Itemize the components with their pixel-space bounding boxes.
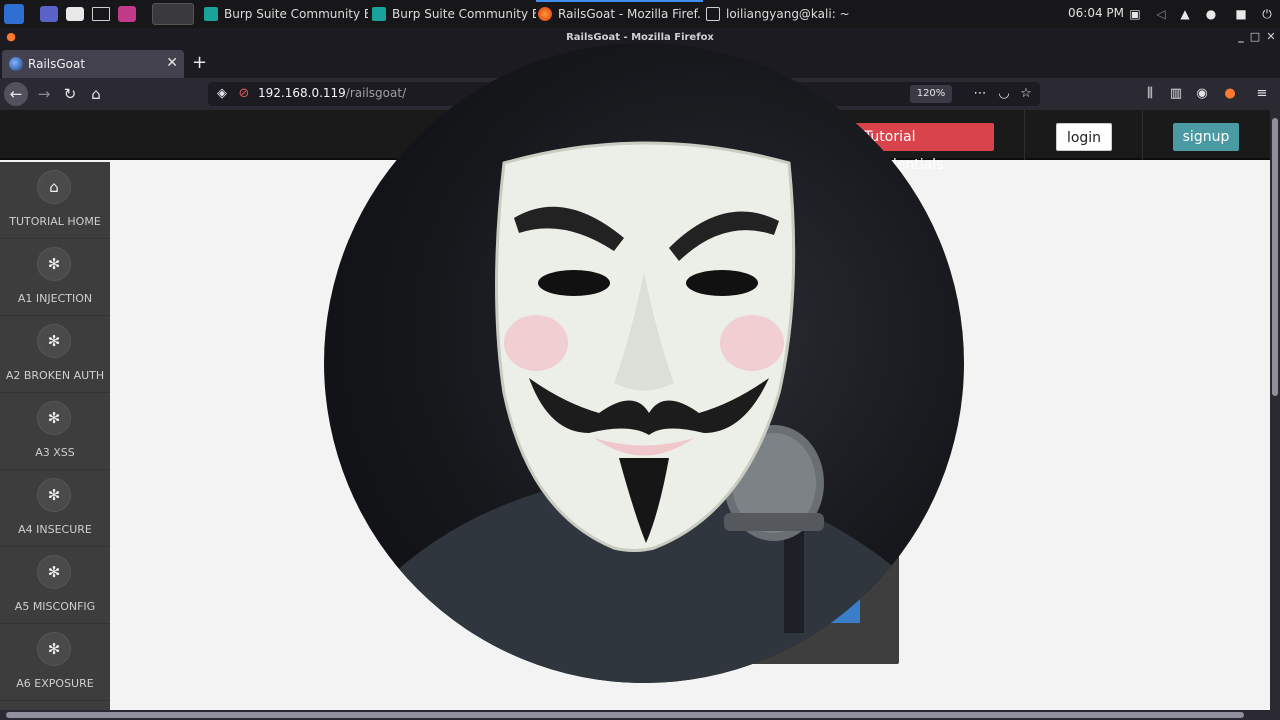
vertical-scrollbar-thumb[interactable] — [1272, 118, 1278, 396]
power-icon[interactable]: ⏻ — [1260, 7, 1274, 21]
minimize-icon[interactable]: _ — [1234, 30, 1248, 44]
burp-icon — [204, 7, 218, 21]
new-tab-icon[interactable]: + — [192, 52, 207, 73]
url-text[interactable]: 192.168.0.119/railsgoat/ — [258, 86, 406, 100]
home-icon[interactable]: ⌂ — [84, 82, 108, 106]
sidebar-item-a3-xss[interactable]: ✻ A3 XSS — [0, 393, 110, 470]
sidebar-item-tutorial-home[interactable]: ⌂ TUTORIAL HOME — [0, 162, 110, 239]
task-label: RailsGoat - Mozilla Firef... — [558, 7, 702, 21]
signup-button[interactable]: signup — [1173, 123, 1239, 151]
sidebar-item-label: TUTORIAL HOME — [9, 215, 101, 228]
horizontal-scrollbar-thumb[interactable] — [6, 712, 1244, 718]
bookmark-star-icon[interactable]: ☆ — [1018, 86, 1034, 102]
window-title: RailsGoat - Mozilla Firefox — [566, 32, 714, 43]
tab-title: RailsGoat — [28, 57, 86, 71]
shield-icon[interactable]: ◈ — [214, 86, 230, 102]
sidebar-item-a4-insecure[interactable]: ✻ A4 INSECURE — [0, 470, 110, 547]
url-path: /railsgoat/ — [345, 86, 407, 100]
sidebar-item-a2-broken-auth[interactable]: ✻ A2 BROKEN AUTH — [0, 316, 110, 393]
presenter-mask-illustration — [324, 141, 964, 683]
updates-icon[interactable]: ● — [1204, 7, 1218, 21]
login-button[interactable]: login — [1056, 123, 1112, 151]
show-desktop-icon[interactable] — [40, 6, 58, 22]
firefox-extension-icon[interactable]: ● — [1222, 86, 1238, 102]
back-icon[interactable]: ← — [4, 82, 28, 106]
terminal-icon[interactable] — [92, 7, 110, 21]
firefox-icon — [538, 7, 552, 21]
sidebar-item-label: A3 XSS — [35, 446, 75, 459]
bug-icon: ✻ — [37, 555, 71, 589]
pocket-icon[interactable]: ◡ — [996, 86, 1012, 102]
sidebar-item-label: A5 MISCONFIG — [14, 600, 96, 613]
volume-icon[interactable]: ◁ — [1154, 7, 1168, 21]
lock-icon[interactable]: ■ — [1234, 7, 1248, 21]
sidebar-item-a1-injection[interactable]: ✻ A1 INJECTION — [0, 239, 110, 316]
bug-icon: ✻ — [37, 247, 71, 281]
forward-icon[interactable]: → — [32, 82, 56, 106]
zoom-level[interactable]: 120% — [910, 85, 952, 103]
webcam-overlay — [324, 43, 964, 683]
sidebar-item-label: A6 EXPOSURE — [16, 677, 94, 690]
sidebar-item-a5-misconfig[interactable]: ✻ A5 MISCONFIG — [0, 547, 110, 624]
sidebar: ⌂ TUTORIAL HOME ✻ A1 INJECTION ✻ A2 BROK… — [0, 162, 110, 710]
account-icon[interactable]: ◉ — [1194, 86, 1210, 102]
close-window-icon[interactable]: ✕ — [1264, 30, 1278, 44]
file-manager-icon[interactable] — [66, 7, 84, 21]
active-task-indicator — [536, 0, 703, 2]
task-burp-1[interactable]: Burp Suite Community E... — [204, 3, 368, 25]
url-host: 192.168.0.119 — [258, 86, 346, 100]
bug-icon: ✻ — [37, 401, 71, 435]
bug-icon: ✻ — [37, 478, 71, 512]
kali-menu-icon[interactable] — [4, 4, 24, 24]
home-icon: ⌂ — [37, 170, 71, 204]
firefox-launcher-icon[interactable] — [152, 3, 194, 25]
bug-icon: ✻ — [37, 324, 71, 358]
library-icon[interactable]: ⫼ — [1142, 86, 1158, 102]
maximize-icon[interactable]: □ — [1248, 30, 1262, 44]
browser-launcher-icon[interactable] — [118, 6, 136, 22]
notification-bell-icon[interactable]: ▲ — [1178, 7, 1192, 21]
task-burp-2[interactable]: Burp Suite Community E... — [372, 3, 536, 25]
insecure-lock-icon[interactable]: ⊘ — [236, 86, 252, 102]
task-label: loiliangyang@kali: ~ — [726, 7, 850, 21]
sidebar-item-a6-exposure[interactable]: ✻ A6 EXPOSURE — [0, 624, 110, 701]
terminal-icon — [706, 7, 720, 21]
bug-icon: ✻ — [37, 632, 71, 666]
header-divider — [1142, 110, 1143, 160]
clock[interactable]: 06:04 PM — [1068, 6, 1124, 20]
tab-railsgoat[interactable]: RailsGoat ✕ — [2, 50, 184, 78]
burp-icon — [372, 7, 386, 21]
header-divider — [1024, 110, 1025, 160]
window-icon[interactable]: ▣ — [1128, 7, 1142, 21]
close-tab-icon[interactable]: ✕ — [166, 55, 178, 71]
task-firefox[interactable]: RailsGoat - Mozilla Firef... — [538, 3, 702, 25]
sidebar-item-label: A1 INJECTION — [17, 292, 93, 305]
reload-icon[interactable]: ↻ — [58, 82, 82, 106]
os-taskbar: Burp Suite Community E... Burp Suite Com… — [0, 0, 1280, 28]
page-actions-icon[interactable]: ⋯ — [972, 86, 988, 102]
task-terminal[interactable]: loiliangyang@kali: ~ — [706, 3, 856, 25]
sidebar-item-label: A2 BROKEN AUTH — [5, 369, 105, 382]
hamburger-menu-icon[interactable]: ≡ — [1254, 86, 1270, 102]
task-label: Burp Suite Community E... — [224, 7, 368, 21]
sidebar-toggle-icon[interactable]: ▥ — [1168, 86, 1184, 102]
sidebar-item-label: A4 INSECURE — [18, 523, 92, 536]
tab-favicon-icon — [9, 57, 23, 71]
task-label: Burp Suite Community E... — [392, 7, 536, 21]
